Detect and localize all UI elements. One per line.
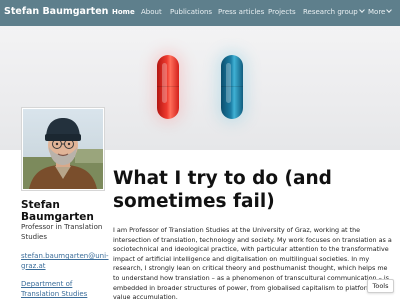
pill-highlight: [162, 63, 167, 103]
page-title: What I try to do (and sometimes fail): [113, 168, 332, 212]
nav-more[interactable]: More: [368, 7, 393, 16]
site-brand[interactable]: Stefan Baumgarten: [4, 6, 108, 17]
profile-last-name: Baumgarten: [21, 211, 94, 223]
tools-button[interactable]: Tools: [367, 279, 394, 293]
pill-seam: [157, 86, 179, 87]
top-navbar: Stefan Baumgarten Home About Publication…: [0, 0, 400, 26]
nav-publications[interactable]: Publications: [170, 8, 212, 16]
nav-about[interactable]: About: [141, 8, 162, 16]
profile-name: Stefan Baumgarten: [21, 199, 94, 223]
nav-home[interactable]: Home: [112, 8, 135, 16]
profile-department-link[interactable]: Department of Translation Studies: [21, 280, 111, 299]
profile-email-link[interactable]: stefan.baumgarten@uni-graz.at: [21, 252, 111, 271]
nav-more-label: More: [368, 8, 386, 16]
chevron-down-icon: [386, 7, 393, 13]
intro-paragraph: I am Professor of Translation Studies at…: [113, 226, 395, 300]
nav-press-articles[interactable]: Press articles: [218, 8, 264, 16]
pill-seam: [221, 86, 243, 87]
nav-research-group-label: Research group: [303, 8, 358, 16]
pill-highlight: [226, 63, 231, 103]
nav-research-group[interactable]: Research group: [303, 7, 365, 16]
profile-first-name: Stefan: [21, 199, 60, 211]
blue-pill-image: [221, 55, 243, 119]
nav-projects[interactable]: Projects: [268, 8, 296, 16]
red-pill-image: [157, 55, 179, 119]
profile-role: Professor in Translation Studies: [21, 223, 103, 241]
chevron-down-icon: [358, 7, 365, 13]
profile-avatar: [21, 107, 105, 191]
